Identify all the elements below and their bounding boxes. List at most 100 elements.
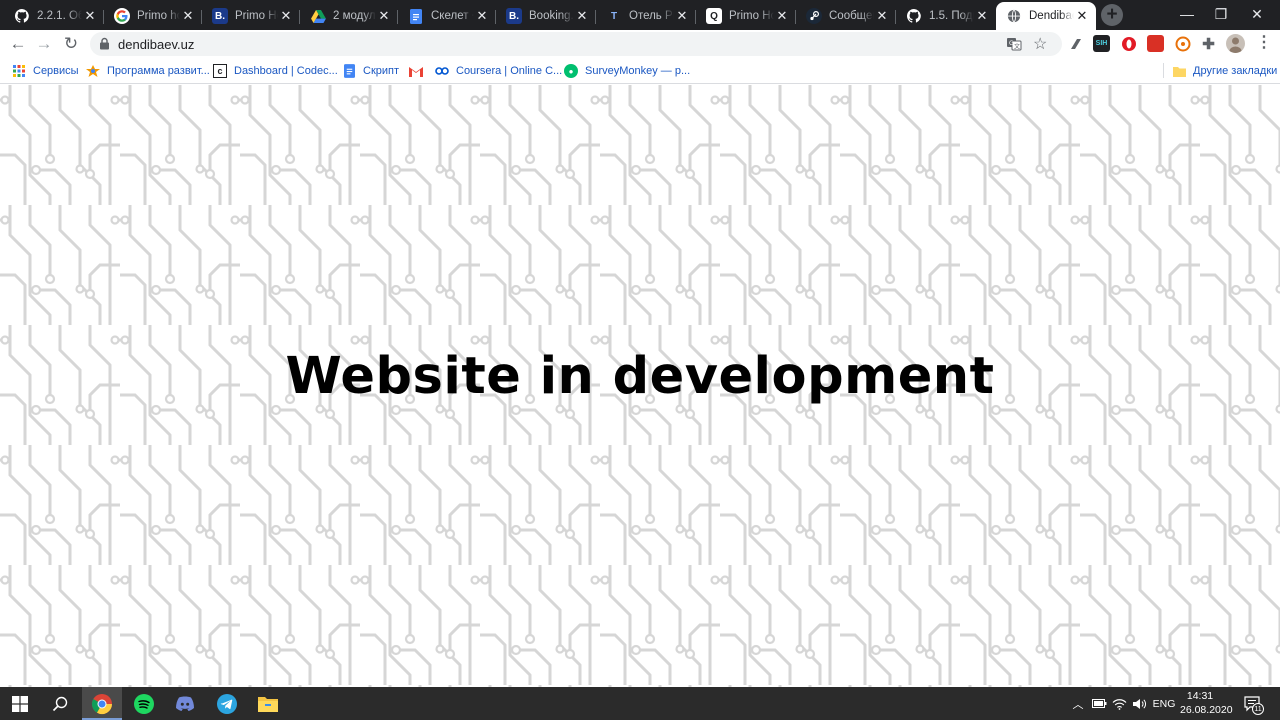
close-icon[interactable]: ✕ [82,8,98,24]
close-icon[interactable]: ✕ [674,8,690,24]
bookmark-script[interactable]: Скрипт [342,62,399,80]
close-icon[interactable]: ✕ [774,8,790,24]
colorful-star-icon [86,64,100,78]
close-icon[interactable]: ✕ [376,8,392,24]
coursera-icon [435,64,449,78]
tab-1[interactable]: 2.2.1. Обн ✕ [4,2,104,30]
bookmark-gmail[interactable] [409,62,430,80]
clock[interactable]: 14:31 26.08.2020 [1180,689,1233,717]
booking-icon: B. [212,8,228,24]
apps-grid-icon [12,64,26,78]
tab-6[interactable]: B. Booking.c ✕ [496,2,596,30]
menu-kebab-icon[interactable]: ⋮ [1256,34,1272,52]
gmail-icon [409,64,423,78]
tab-title: Dendibaev [1029,10,1074,22]
close-icon[interactable]: ✕ [180,8,196,24]
wifi-icon[interactable] [1110,687,1128,720]
bookmark-coursera[interactable]: Coursera | Online C... [435,62,562,80]
tab-title: Скелет + [431,10,474,22]
tab-9[interactable]: Сообщен ✕ [796,2,896,30]
svg-text:文: 文 [1014,43,1020,51]
google-docs-icon [342,64,356,78]
tab-title: Primo Hot [235,10,278,22]
new-tab-button[interactable]: + [1101,4,1123,26]
booking-icon: B. [506,8,522,24]
bookmark-label: Сервисы [33,65,79,77]
bookmark-codecademy[interactable]: c Dashboard | Codec... [213,62,338,80]
windows-taskbar: ︿ ENG 14:31 26.08.2020 11 [0,687,1280,720]
tab-title: 1.5. Подк [929,10,974,22]
file-explorer-icon[interactable] [248,687,288,720]
circle-extension-icon[interactable] [1174,35,1191,52]
clock-date: 26.08.2020 [1180,704,1233,716]
tab-8[interactable]: Q Primo Ho ✕ [696,2,796,30]
star-bookmark-icon[interactable]: ☆ [1033,34,1047,54]
bookmark-label: Dashboard | Codec... [234,65,338,77]
sih-extension-icon[interactable]: SIH [1093,35,1110,52]
tab-3[interactable]: B. Primo Hot ✕ [202,2,300,30]
bookmark-label: Coursera | Online C... [456,65,563,77]
url-text[interactable]: dendibaev.uz [118,37,194,52]
extensions-puzzle-icon[interactable]: ✚ [1200,35,1217,53]
lock-icon [99,37,110,53]
address-bar[interactable]: dendibaev.uz G文 ☆ [90,32,1062,56]
close-icon[interactable]: ✕ [278,8,294,24]
chevron-up-icon[interactable]: ︿ [1070,687,1086,720]
clock-time: 14:31 [1186,690,1214,702]
extension-icon[interactable] [1067,35,1084,52]
google-drive-icon [310,8,326,24]
volume-icon[interactable] [1130,687,1148,720]
tab-5[interactable]: Скелет + ✕ [398,2,496,30]
close-window-button[interactable]: ✕ [1234,0,1280,28]
github-octocat-icon [14,8,30,24]
reload-button[interactable]: ↻ [59,32,83,56]
bookmark-other-folder[interactable]: Другие закладки [1172,62,1277,80]
red-extension-icon[interactable] [1147,35,1164,52]
discord-icon[interactable] [165,687,205,720]
bookmark-surveymonkey[interactable]: ● SurveyMonkey — p... [564,62,690,80]
tab-4[interactable]: 2 модуль ✕ [300,2,398,30]
language-indicator[interactable]: ENG [1150,687,1178,720]
search-page-icon: Q [706,8,722,24]
search-icon[interactable] [40,687,80,720]
opera-vpn-icon[interactable] [1120,35,1137,52]
translate-icon[interactable]: G文 [1006,36,1022,55]
spotify-icon[interactable] [124,687,164,720]
close-icon[interactable]: ✕ [974,8,990,24]
page-headline: Website in development [285,347,995,406]
tab-10[interactable]: 1.5. Подк ✕ [896,2,996,30]
translate-icon: T [610,10,618,22]
tab-title: Сообщен [829,10,874,22]
tab-title: Primo hot [137,10,180,22]
github-octocat-icon [906,8,922,24]
close-icon[interactable]: ✕ [874,8,890,24]
tab-title: Booking.c [529,10,574,22]
telegram-icon[interactable] [207,687,247,720]
codecademy-icon: c [213,64,227,78]
notification-count-badge: 11 [1252,703,1264,715]
windows-start-icon[interactable] [0,687,40,720]
close-icon[interactable]: ✕ [1074,8,1090,24]
surveymonkey-icon: ● [564,64,578,78]
back-button[interactable]: ← [6,32,30,56]
tab-title: 2 модуль [333,10,376,22]
tab-strip: 2.2.1. Обн ✕ Primo hot ✕ B. Primo Hot ✕ … [0,0,1280,30]
battery-icon[interactable] [1090,687,1108,720]
folder-icon [1172,64,1186,78]
tab-11-active[interactable]: Dendibaev ✕ [996,2,1096,30]
bookmark-services[interactable]: Сервисы [12,62,79,80]
bookmark-program[interactable]: Программа развит... [86,62,210,80]
google-icon [114,8,130,24]
browser-toolbar: ← → ↻ dendibaev.uz G文 ☆ SIH ✚ ⋮ [0,30,1280,57]
notifications-icon[interactable]: 11 [1240,687,1266,720]
close-icon[interactable]: ✕ [574,8,590,24]
chrome-icon[interactable] [82,687,122,720]
page-viewport: Website in development [0,85,1280,687]
profile-avatar[interactable] [1226,34,1245,53]
bookmark-label: Программа развит... [107,65,210,77]
close-icon[interactable]: ✕ [474,8,490,24]
forward-button[interactable]: → [32,32,56,56]
tab-title: 2.2.1. Обн [37,10,82,22]
tab-2[interactable]: Primo hot ✕ [104,2,202,30]
tab-7[interactable]: T Отель Pri ✕ [596,2,696,30]
